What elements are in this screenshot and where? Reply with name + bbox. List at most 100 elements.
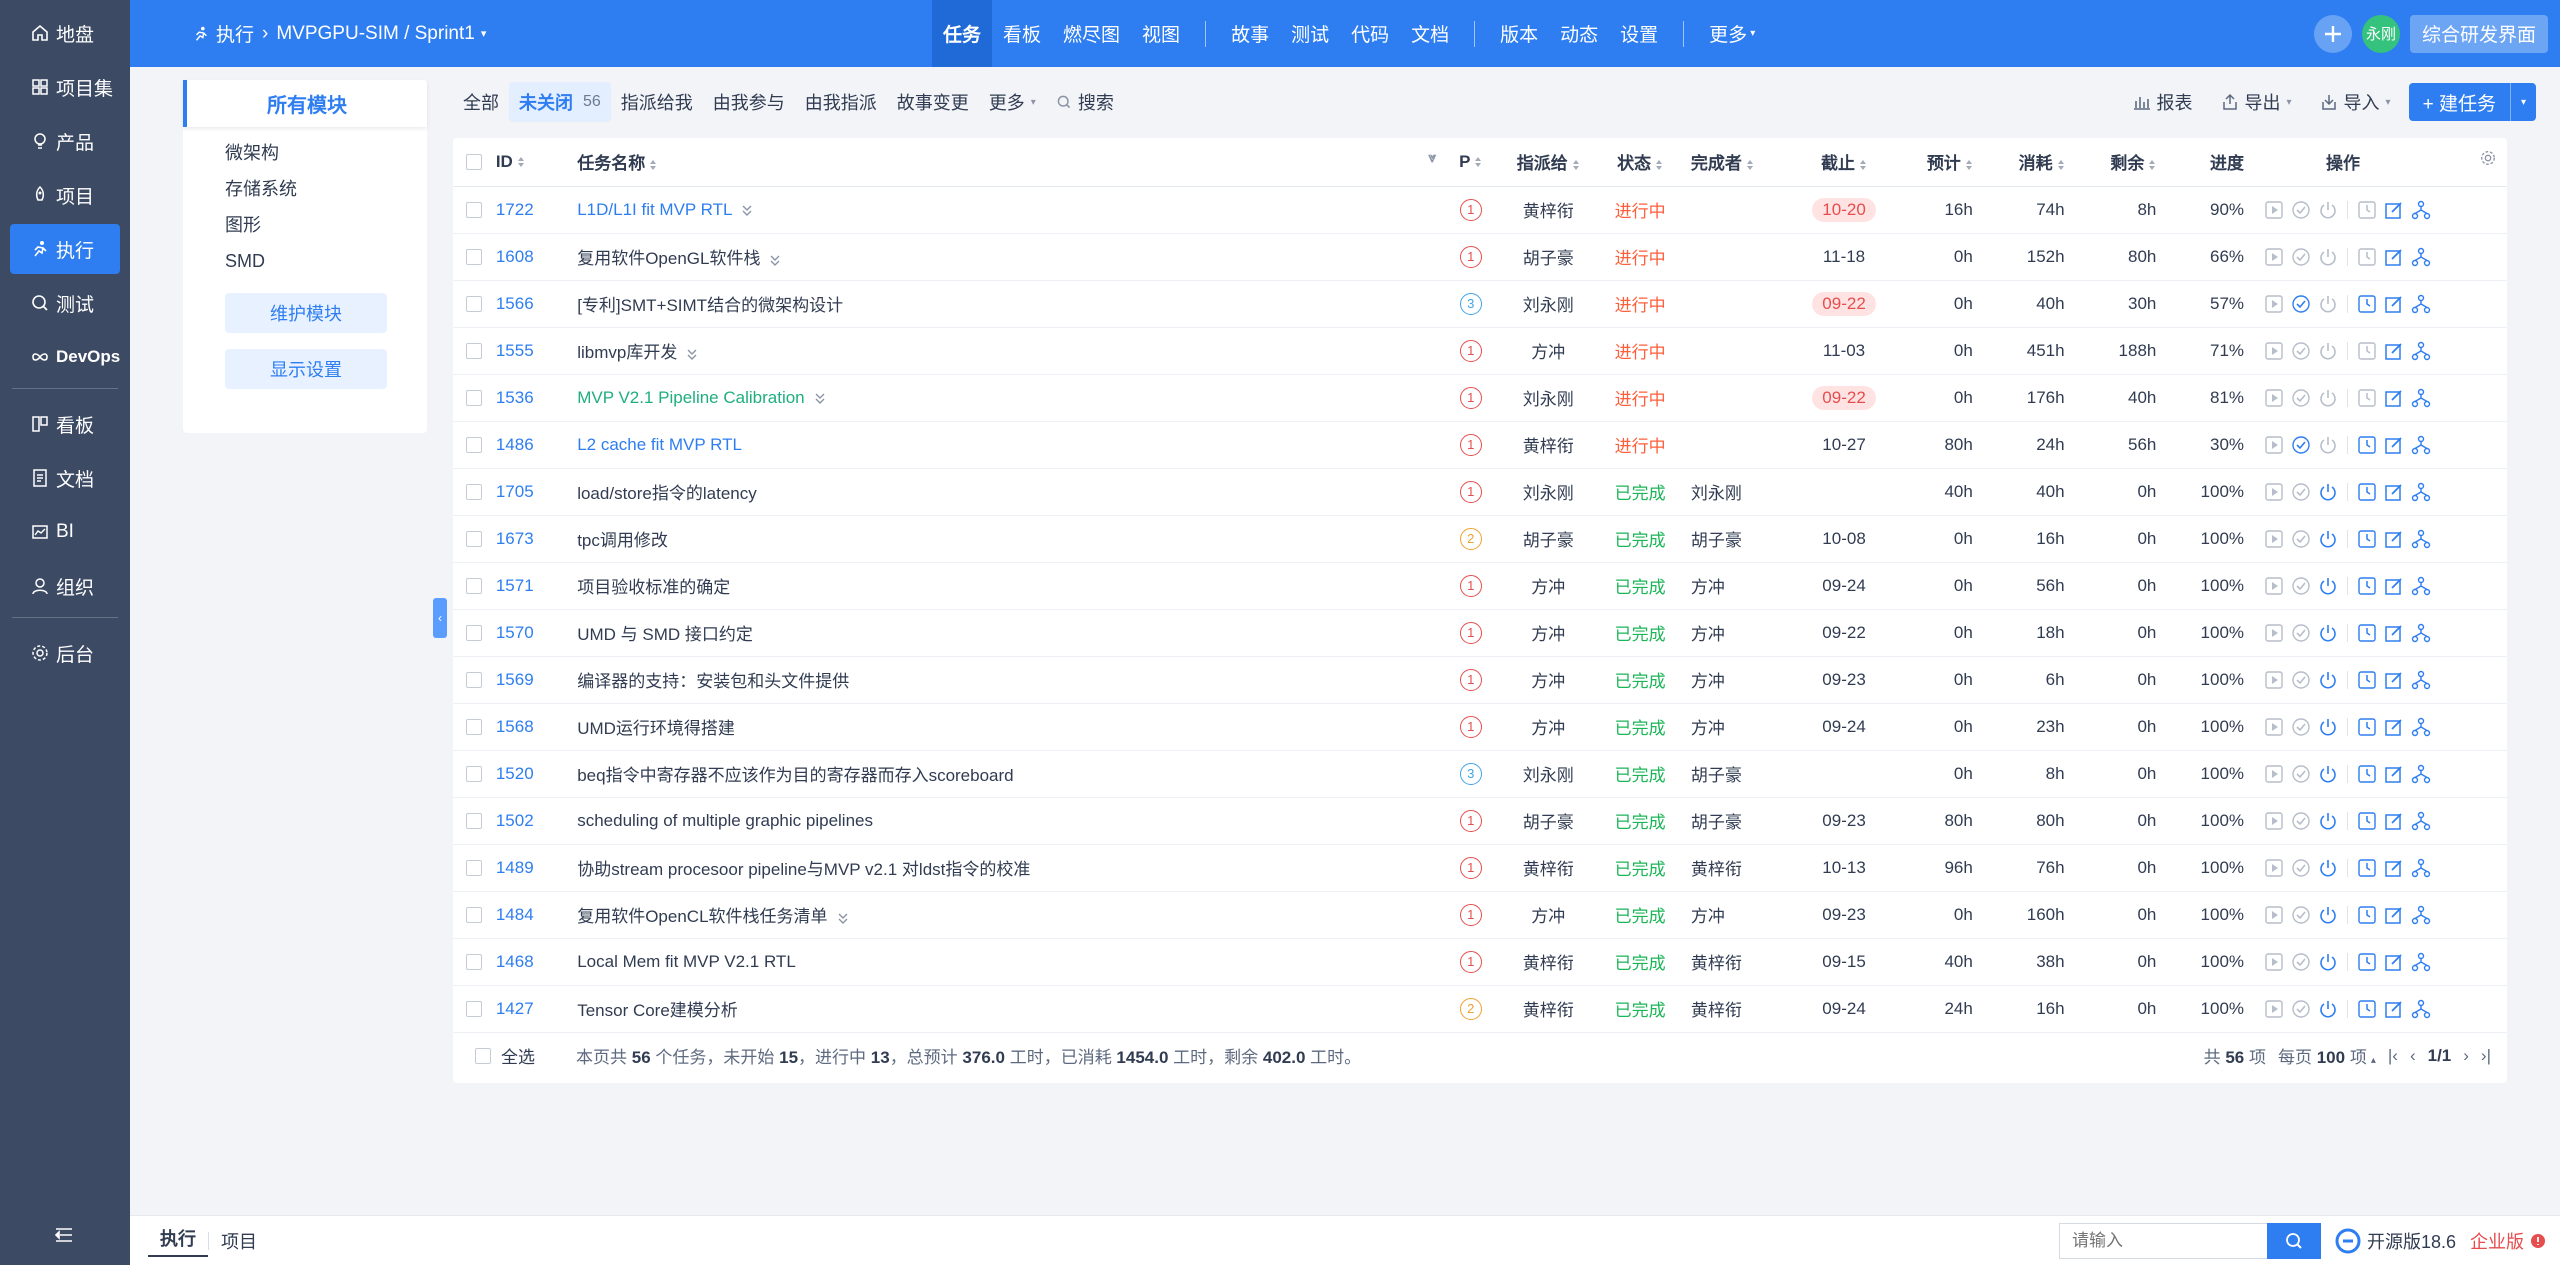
task-name-link[interactable]: libmvp库开发	[577, 343, 677, 362]
assigned-to[interactable]: 方冲	[1497, 609, 1600, 657]
record-effort-icon[interactable]	[2357, 999, 2377, 1019]
assigned-to[interactable]: 黄梓衔	[1497, 985, 1600, 1033]
table-row[interactable]: 1555 libmvp库开发 1 方冲 进行中 11-03 0h 451h 188h 71%	[453, 327, 2507, 375]
finish-icon[interactable]	[2291, 811, 2311, 831]
start-icon[interactable]	[2264, 905, 2284, 925]
task-name-link[interactable]: tpc调用修改	[577, 531, 668, 550]
export-button[interactable]: 导出 ▾	[2211, 89, 2302, 115]
row-checkbox[interactable]	[466, 343, 483, 360]
task-name-link[interactable]: L1D/L1I fit MVP RTL	[577, 200, 732, 219]
assigned-to[interactable]: 方冲	[1497, 703, 1600, 751]
col-estimate[interactable]: 预计	[1895, 138, 1987, 187]
table-row[interactable]: 1571 项目验收标准的确定 1 方冲 已完成 方冲 09-24 0h 56h 0h 100%	[453, 562, 2507, 610]
task-name-link[interactable]: MVP V2.1 Pipeline Calibration	[577, 388, 804, 407]
batch-create-icon[interactable]	[2411, 576, 2431, 596]
edit-icon[interactable]	[2384, 529, 2404, 549]
finish-icon[interactable]	[2291, 247, 2311, 267]
close-task-icon[interactable]	[2318, 576, 2338, 596]
sidebar-item-product[interactable]: 产品	[10, 116, 120, 166]
expand-children-icon[interactable]	[740, 203, 754, 217]
search-button[interactable]	[2266, 1223, 2321, 1259]
task-name-link[interactable]: [专利]SMT+SIMT结合的微架构设计	[577, 296, 843, 315]
close-task-icon[interactable]	[2318, 999, 2338, 1019]
search-toggle[interactable]: 搜索	[1046, 82, 1124, 122]
assigned-to[interactable]: 方冲	[1497, 891, 1600, 939]
table-row[interactable]: 1484 复用软件OpenCL软件栈任务清单 1 方冲 已完成 方冲 09-23 0h 160h…	[453, 891, 2507, 939]
edit-icon[interactable]	[2384, 717, 2404, 737]
row-checkbox[interactable]	[466, 766, 483, 783]
first-page-icon[interactable]: |‹	[2388, 1046, 2398, 1066]
table-row[interactable]: 1569 编译器的支持：安装包和头文件提供 1 方冲 已完成 方冲 09-23 0h 6h 0h 1…	[453, 656, 2507, 704]
assigned-to[interactable]: 胡子豪	[1497, 233, 1600, 281]
sidebar-item-bi[interactable]: BI	[10, 507, 120, 557]
col-pri[interactable]: P	[1444, 138, 1498, 187]
close-task-icon[interactable]	[2318, 764, 2338, 784]
table-row[interactable]: 1427 Tensor Core建模分析 2 黄梓衔 已完成 黄梓衔 09-24 24h 16h…	[453, 985, 2507, 1033]
assigned-to[interactable]: 刘永刚	[1497, 374, 1600, 422]
finish-icon[interactable]	[2291, 764, 2311, 784]
assigned-to[interactable]: 胡子豪	[1497, 515, 1600, 563]
nav-view[interactable]: 视图	[1131, 0, 1191, 67]
finish-icon[interactable]	[2291, 482, 2311, 502]
batch-create-icon[interactable]	[2411, 200, 2431, 220]
edit-icon[interactable]	[2384, 341, 2404, 361]
finish-icon[interactable]	[2291, 200, 2311, 220]
batch-create-icon[interactable]	[2411, 670, 2431, 690]
breadcrumb-execution[interactable]: MVPGPU-SIM / Sprint1	[276, 23, 475, 45]
task-name-link[interactable]: 编译器的支持：安装包和头文件提供	[577, 672, 849, 691]
display-settings-button[interactable]: 显示设置	[225, 349, 387, 389]
last-page-icon[interactable]: ›|	[2481, 1046, 2491, 1066]
row-checkbox[interactable]	[466, 578, 483, 595]
batch-create-icon[interactable]	[2411, 764, 2431, 784]
edit-icon[interactable]	[2384, 388, 2404, 408]
prev-page-icon[interactable]: ‹	[2410, 1046, 2416, 1066]
batch-create-icon[interactable]	[2411, 247, 2431, 267]
assigned-to[interactable]: 黄梓衔	[1497, 844, 1600, 892]
edit-icon[interactable]	[2384, 999, 2404, 1019]
table-row[interactable]: 1608 复用软件OpenGL软件栈 1 胡子豪 进行中 11-18 0h 152h 80h 66…	[453, 233, 2507, 281]
select-all-checkbox[interactable]	[466, 154, 483, 171]
expand-children-icon[interactable]	[836, 911, 850, 925]
avatar[interactable]: 永刚	[2361, 14, 2400, 53]
module-item[interactable]: 存储系统	[225, 171, 427, 207]
start-icon[interactable]	[2264, 670, 2284, 690]
bottom-tab-project[interactable]: 项目	[209, 1228, 269, 1254]
integrated-dev-button[interactable]: 综合研发界面	[2409, 14, 2548, 53]
collapse-all-icon[interactable]: ⩔	[1428, 149, 1436, 166]
edit-icon[interactable]	[2384, 623, 2404, 643]
tab-unclosed[interactable]: 未关闭 56	[509, 82, 611, 122]
record-effort-icon[interactable]	[2357, 717, 2377, 737]
col-consumed[interactable]: 消耗	[1986, 138, 2079, 187]
close-task-icon[interactable]	[2318, 341, 2338, 361]
table-row[interactable]: 1566 [专利]SMT+SIMT结合的微架构设计 3 刘永刚 进行中 09-22 0h 40…	[453, 280, 2507, 328]
edit-icon[interactable]	[2384, 905, 2404, 925]
finish-icon[interactable]	[2291, 576, 2311, 596]
nav-code[interactable]: 代码	[1340, 0, 1400, 67]
record-effort-icon[interactable]	[2357, 529, 2377, 549]
close-task-icon[interactable]	[2318, 529, 2338, 549]
edit-icon[interactable]	[2384, 670, 2404, 690]
close-task-icon[interactable]	[2318, 623, 2338, 643]
assigned-to[interactable]: 胡子豪	[1497, 797, 1600, 845]
tab-involved[interactable]: 由我参与	[703, 82, 795, 122]
nav-more[interactable]: 更多 ▾	[1698, 0, 1766, 67]
finish-icon[interactable]	[2291, 341, 2311, 361]
expand-children-icon[interactable]	[768, 253, 782, 267]
table-row[interactable]: 1502 scheduling of multiple graphic pipel…	[453, 797, 2507, 845]
assigned-to[interactable]: 刘永刚	[1497, 280, 1600, 328]
batch-create-icon[interactable]	[2411, 388, 2431, 408]
task-id[interactable]: 1536	[495, 374, 568, 422]
row-checkbox[interactable]	[466, 860, 483, 877]
close-task-icon[interactable]	[2318, 905, 2338, 925]
start-icon[interactable]	[2264, 435, 2284, 455]
select-all[interactable]: 全选	[453, 1043, 576, 1068]
all-modules-heading[interactable]: 所有模块	[183, 80, 427, 127]
start-icon[interactable]	[2264, 482, 2284, 502]
next-page-icon[interactable]: ›	[2463, 1046, 2469, 1066]
task-name-link[interactable]: UMD 与 SMD 接口约定	[577, 625, 753, 644]
task-name-link[interactable]: Tensor Core建模分析	[577, 1001, 738, 1020]
table-row[interactable]: 1536 MVP V2.1 Pipeline Calibration 1 刘永刚 进行中…	[453, 374, 2507, 422]
nav-kanban[interactable]: 看板	[992, 0, 1052, 67]
create-task-main[interactable]: + 建任务	[2409, 89, 2510, 116]
nav-test[interactable]: 测试	[1280, 0, 1340, 67]
